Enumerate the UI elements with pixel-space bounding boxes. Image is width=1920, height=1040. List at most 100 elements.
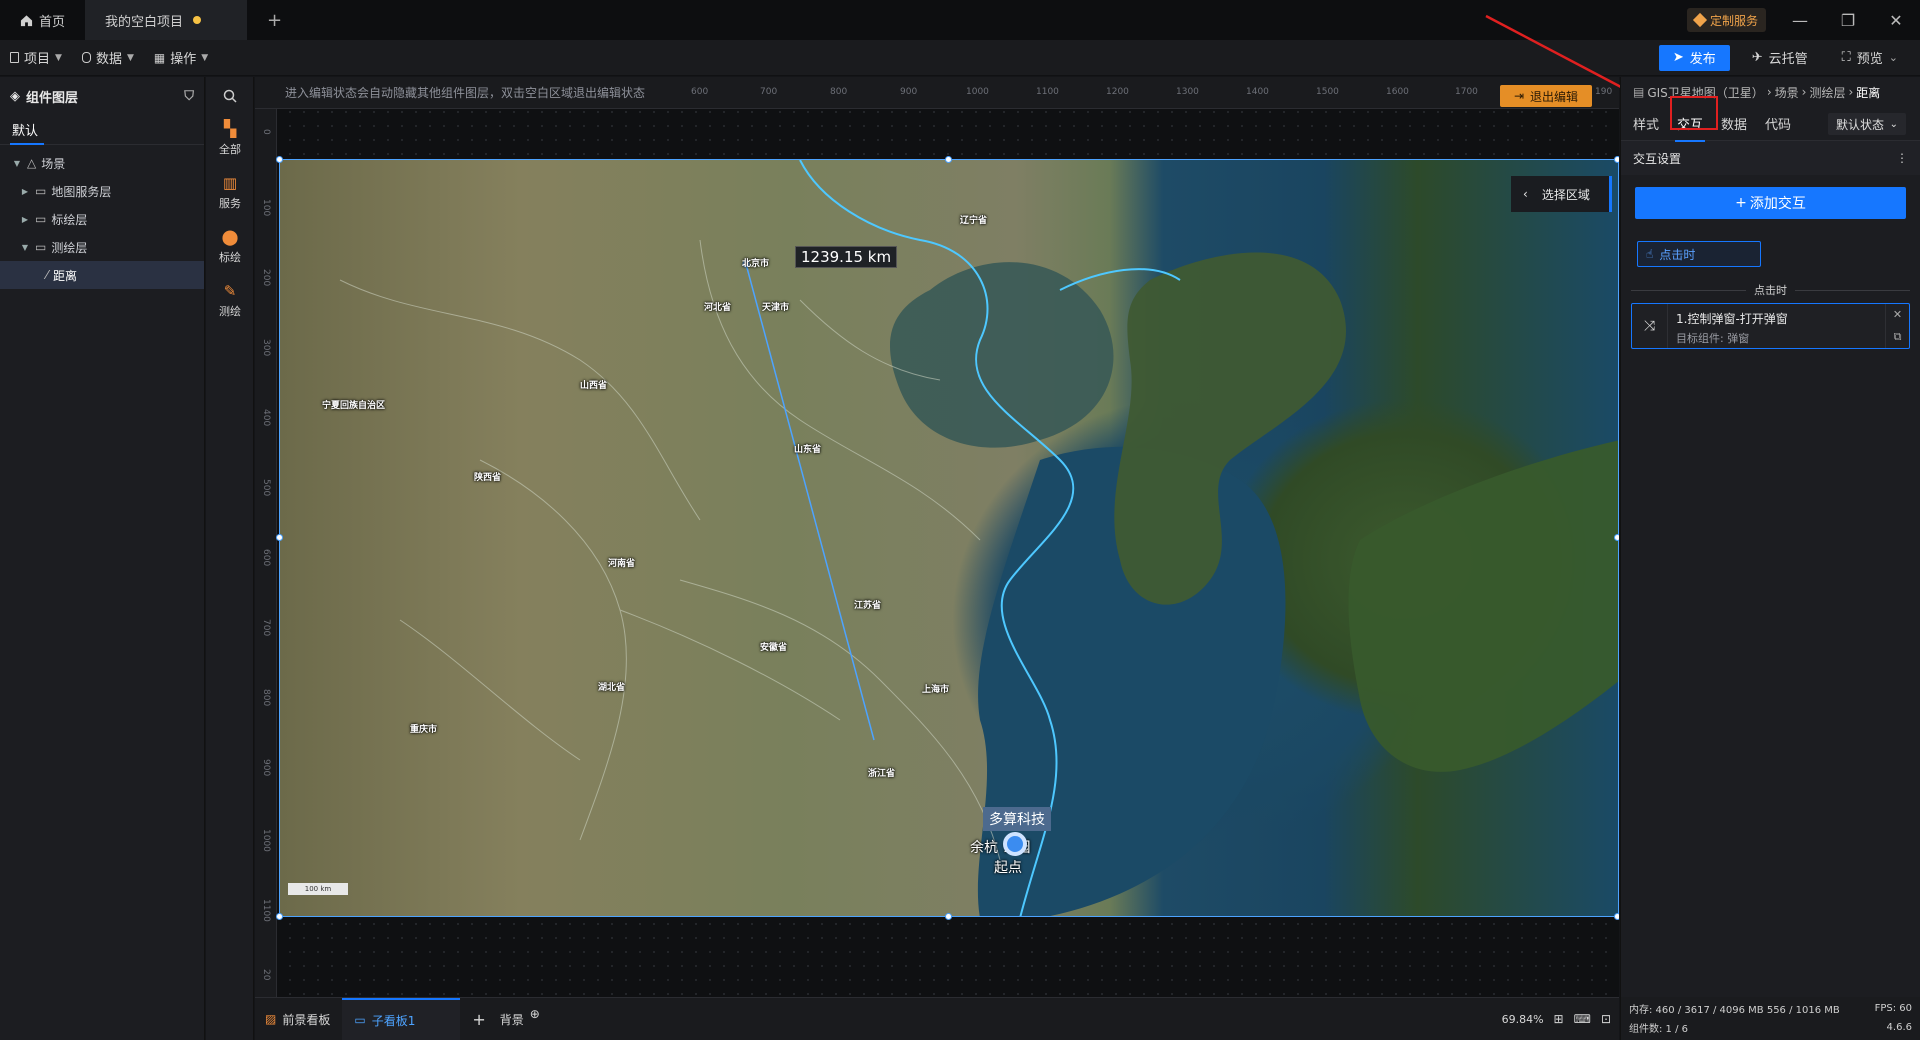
layers-icon: ◈ bbox=[10, 88, 20, 104]
interaction-settings-header: 交互设置 ⋮ bbox=[1621, 141, 1920, 175]
tab-default[interactable]: 默认 bbox=[0, 115, 204, 145]
tree-item-distance[interactable]: ⁄ 距离 bbox=[0, 261, 204, 289]
plus-icon: + bbox=[1735, 195, 1747, 211]
breadcrumb: ▤ GIS卫星地图（卫星） › 场景 › 测绘层 › 距离 bbox=[1621, 77, 1920, 107]
select-area-button[interactable]: ‹ 选择区域 bbox=[1511, 176, 1612, 212]
resize-handle[interactable] bbox=[1614, 534, 1619, 541]
menu-project[interactable]: 项目 ▼ bbox=[0, 40, 72, 76]
scene-icon: △ bbox=[27, 156, 37, 170]
ruler-tick: 1000 bbox=[261, 829, 271, 852]
tab-style[interactable]: 样式 bbox=[1633, 114, 1659, 133]
keyboard-icon[interactable]: ⌨ bbox=[1574, 1012, 1591, 1026]
action-card[interactable]: ⤨ 1.控制弹窗-打开弹窗 目标组件: 弹窗 ✕ ⧉ bbox=[1631, 303, 1910, 349]
grid-icon: ▚ bbox=[223, 119, 237, 138]
rail-all[interactable]: ▚ 全部 bbox=[206, 111, 254, 165]
zoom-level[interactable]: 69.84% bbox=[1502, 1013, 1544, 1026]
ruler-tick: 1600 bbox=[1386, 87, 1409, 97]
tab-sub-board[interactable]: ▭ 子看板1 bbox=[342, 997, 461, 1040]
preview-label: 预览 bbox=[1856, 52, 1883, 67]
add-interaction-button[interactable]: + 添加交互 bbox=[1635, 187, 1906, 219]
tab-project[interactable]: 我的空白项目 bbox=[85, 0, 248, 40]
resize-handle[interactable] bbox=[276, 156, 283, 163]
ruler-tick: 600 bbox=[691, 87, 709, 97]
breadcrumb-separator: › bbox=[1801, 85, 1807, 99]
map-label: 陕西省 bbox=[474, 473, 502, 483]
search-button[interactable] bbox=[206, 81, 254, 111]
resize-handle[interactable] bbox=[276, 913, 283, 920]
copy-icon[interactable]: ⧉ bbox=[1894, 330, 1902, 344]
satellite-map[interactable]: 辽宁省 北京市 河北省 天津市 山西省 宁夏回族自治区 陕西省 山东省 河南省 … bbox=[279, 159, 1619, 917]
caret-right-icon[interactable]: ▶ bbox=[20, 215, 30, 224]
ruler-tick: 0 bbox=[261, 129, 271, 135]
ruler-tick: 500 bbox=[261, 479, 271, 497]
tab-home[interactable]: 首页 bbox=[0, 0, 85, 40]
breadcrumb-item[interactable]: 测绘层 bbox=[1809, 84, 1845, 101]
rail-plot[interactable]: ⬤ 标绘 bbox=[206, 219, 254, 273]
ruler-tick: 1300 bbox=[1176, 87, 1199, 97]
ruler-tick: 1100 bbox=[261, 899, 271, 922]
tree-item-label: 地图服务层 bbox=[51, 184, 112, 199]
filter-icon[interactable]: ⛉ bbox=[184, 89, 194, 104]
close-icon[interactable]: ✕ bbox=[1893, 308, 1902, 321]
file-icon bbox=[10, 52, 19, 63]
caret-down-icon[interactable]: ▼ bbox=[12, 159, 22, 168]
tab-code[interactable]: 代码 bbox=[1765, 114, 1791, 133]
caret-right-icon[interactable]: ▶ bbox=[20, 187, 30, 196]
close-button[interactable]: ✕ bbox=[1872, 0, 1920, 40]
start-pin-icon[interactable] bbox=[1003, 832, 1027, 856]
monitor-icon: ▭ bbox=[354, 1013, 366, 1027]
tab-background[interactable]: 背景 ⊕ bbox=[498, 998, 552, 1040]
tree-item-plot-layer[interactable]: ▶ ▭ 标绘层 bbox=[0, 205, 204, 233]
breadcrumb-item[interactable]: 距离 bbox=[1856, 84, 1880, 101]
resize-handle[interactable] bbox=[1614, 913, 1619, 920]
tree-item-map-service-layer[interactable]: ▶ ▭ 地图服务层 bbox=[0, 177, 204, 205]
state-select[interactable]: 默认状态 ⌄ bbox=[1828, 113, 1906, 135]
breadcrumb-separator: › bbox=[1848, 85, 1854, 99]
cloud-hosting-button[interactable]: ✈ 云托管 bbox=[1740, 45, 1820, 71]
event-on-click[interactable]: ☝ 点击时 bbox=[1637, 241, 1761, 267]
terminal-icon[interactable]: ⊡ bbox=[1601, 1012, 1611, 1026]
action-subtitle: 目标组件: 弹窗 bbox=[1676, 332, 1750, 345]
resize-handle[interactable] bbox=[945, 913, 952, 920]
tab-data[interactable]: 数据 bbox=[1721, 114, 1747, 133]
layer-panel-title: 组件图层 bbox=[26, 90, 79, 106]
board-tabs-bar: ▨ 前景看板 ▭ 子看板1 + 背景 ⊕ 69.84% ⊞ ⌨ ⊡ bbox=[255, 997, 1619, 1040]
map-label: 山东省 bbox=[794, 445, 822, 455]
resize-handle[interactable] bbox=[1614, 156, 1619, 163]
preview-button[interactable]: ⛶ 预览 ⌄ bbox=[1830, 45, 1910, 71]
tree-item-scene[interactable]: ▼ △ 场景 bbox=[0, 149, 204, 177]
resize-handle[interactable] bbox=[945, 156, 952, 163]
rail-survey-label: 测绘 bbox=[219, 304, 241, 318]
menu-data[interactable]: 数据 ▼ bbox=[72, 40, 144, 76]
chevron-down-icon: ⌄ bbox=[1889, 118, 1898, 130]
tree-item-survey-layer[interactable]: ▼ ▭ 测绘层 bbox=[0, 233, 204, 261]
home-icon bbox=[20, 14, 33, 26]
new-tab-button[interactable]: + bbox=[247, 0, 302, 40]
map-label: 河北省 bbox=[704, 303, 732, 313]
more-icon[interactable]: ⋮ bbox=[1896, 151, 1908, 165]
tab-foreground-board[interactable]: ▨ 前景看板 bbox=[255, 998, 342, 1040]
map-label: 安徽省 bbox=[760, 643, 788, 653]
tab-default-label: 默认 bbox=[12, 124, 39, 139]
fit-screen-icon[interactable]: ⊞ bbox=[1554, 1012, 1564, 1026]
add-board-button[interactable]: + bbox=[460, 998, 497, 1040]
ruler-tick: 100 bbox=[261, 199, 271, 217]
resize-handle[interactable] bbox=[276, 534, 283, 541]
restore-button[interactable]: ❐ bbox=[1824, 0, 1872, 40]
menu-operation[interactable]: ▦ 操作 ▼ bbox=[144, 40, 218, 76]
ruler-tick: 1200 bbox=[1106, 87, 1129, 97]
ruler-tick: 800 bbox=[261, 689, 271, 707]
tree-item-label: 场景 bbox=[41, 156, 66, 171]
pin-icon: ⬤ bbox=[221, 227, 239, 246]
caret-down-icon[interactable]: ▼ bbox=[20, 243, 30, 252]
minimize-button[interactable]: — bbox=[1776, 0, 1824, 40]
unsaved-indicator bbox=[193, 16, 202, 24]
property-tabs: 样式 交互 数据 代码 默认状态 ⌄ bbox=[1621, 107, 1920, 142]
rail-survey[interactable]: ✎ 测绘 bbox=[206, 273, 254, 327]
cloud-hosting-label: 云托管 bbox=[1768, 52, 1808, 67]
add-circle-icon[interactable]: ⊕ bbox=[530, 1007, 540, 1021]
rail-service[interactable]: ▥ 服务 bbox=[206, 165, 254, 219]
component-count: 组件数: 1 / 6 bbox=[1629, 1024, 1688, 1035]
breadcrumb-item[interactable]: 场景 bbox=[1775, 84, 1799, 101]
editor-canvas[interactable]: 进入编辑状态会自动隐藏其他组件图层，双击空白区域退出编辑状态 600 700 8… bbox=[255, 77, 1619, 997]
